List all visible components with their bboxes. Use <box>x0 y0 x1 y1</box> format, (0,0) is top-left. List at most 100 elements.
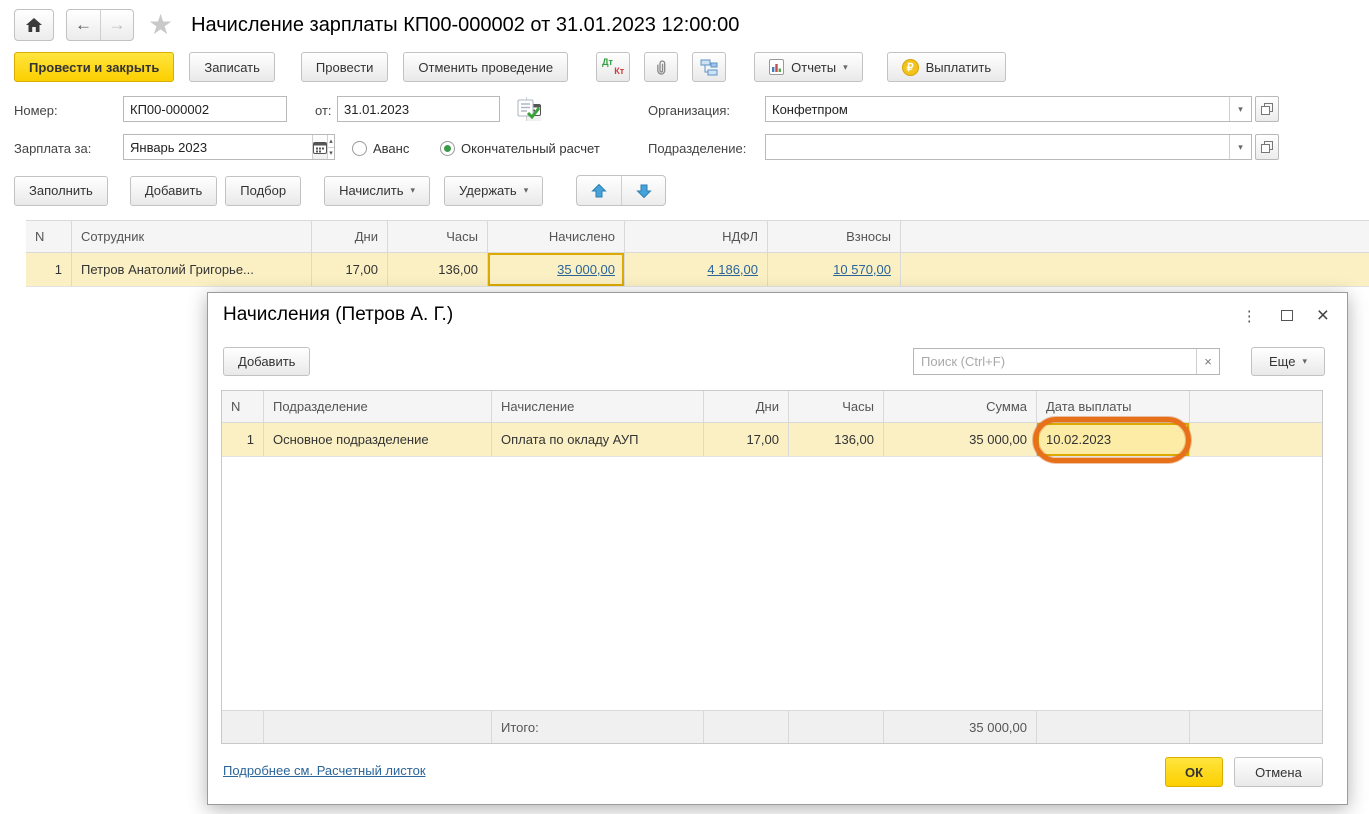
back-icon: ← <box>75 15 92 35</box>
attachments-button[interactable] <box>644 52 678 82</box>
reports-button[interactable]: Отчеты ▾ <box>754 52 862 82</box>
cell-row-number[interactable]: 1 <box>26 253 72 286</box>
fill-button[interactable]: Заполнить <box>14 176 108 206</box>
home-button[interactable] <box>14 9 54 41</box>
pick-button[interactable]: Подбор <box>225 176 301 206</box>
col-header-contributions[interactable]: Взносы <box>768 221 901 252</box>
save-button[interactable]: Записать <box>189 52 275 82</box>
date-label: от: <box>315 103 332 118</box>
salary-period-group: ▴ ▾ <box>123 134 335 160</box>
radio-selected-dot <box>444 145 451 152</box>
post-and-close-button[interactable]: Провести и закрыть <box>14 52 174 82</box>
search-input[interactable] <box>914 349 1196 374</box>
withhold-button[interactable]: Удержать ▾ <box>444 176 543 206</box>
table-command-bar: Заполнить Добавить Подбор Начислить ▾ Уд… <box>14 175 666 206</box>
posted-status <box>517 99 540 120</box>
col-header-hours[interactable]: Часы <box>388 221 488 252</box>
cell-days[interactable]: 17,00 <box>312 253 388 286</box>
col-header-days[interactable]: Дни <box>312 221 388 252</box>
close-icon[interactable]: × <box>1317 305 1329 326</box>
more-button[interactable]: Еще ▾ <box>1251 347 1325 376</box>
post-button[interactable]: Провести <box>301 52 389 82</box>
cell-accrued-selected[interactable]: 35 000,00 <box>488 253 625 286</box>
accrued-link[interactable]: 35 000,00 <box>557 262 615 277</box>
maximize-icon[interactable] <box>1281 310 1293 321</box>
period-calendar-button[interactable] <box>312 135 327 159</box>
table-row[interactable]: 1 Основное подразделение Оплата по оклад… <box>222 423 1322 457</box>
dialog-add-button[interactable]: Добавить <box>223 347 310 376</box>
forward-button[interactable]: → <box>100 10 133 40</box>
spin-down-icon[interactable]: ▾ <box>328 148 334 160</box>
contributions-link[interactable]: 10 570,00 <box>833 262 891 277</box>
add-row-button[interactable]: Добавить <box>130 176 217 206</box>
col-header-accrual[interactable]: Начисление <box>492 391 704 422</box>
department-field[interactable] <box>766 135 1229 159</box>
move-row-down-button[interactable] <box>621 176 665 205</box>
accrue-button[interactable]: Начислить ▾ <box>324 176 430 206</box>
window-header: ← → ★ Начисление зарплаты КП00-000002 от… <box>14 8 739 42</box>
cell-employee[interactable]: Петров Анатолий Григорье... <box>72 253 312 286</box>
cell-hours[interactable]: 136,00 <box>789 423 884 456</box>
col-header-empty <box>1190 391 1322 422</box>
organization-combo: ▾ <box>765 96 1252 122</box>
col-header-accrued[interactable]: Начислено <box>488 221 625 252</box>
date-field[interactable] <box>338 97 526 121</box>
cell-row-number[interactable]: 1 <box>222 423 264 456</box>
radio-final-settlement[interactable]: Окончательный расчет <box>440 141 600 156</box>
dialog-title: Начисления (Петров А. Г.) <box>223 304 453 326</box>
number-field[interactable] <box>123 96 287 122</box>
ok-button[interactable]: ОК <box>1165 757 1223 787</box>
cell-ndfl[interactable]: 4 186,00 <box>625 253 768 286</box>
cell-days[interactable]: 17,00 <box>704 423 789 456</box>
cell-hours[interactable]: 136,00 <box>388 253 488 286</box>
salary-period-field[interactable] <box>124 135 312 159</box>
paperclip-icon <box>652 58 670 76</box>
undo-post-button[interactable]: Отменить проведение <box>403 52 568 82</box>
spin-up-icon[interactable]: ▴ <box>328 135 334 148</box>
cell-pay-date-selected[interactable]: 10.02.2023 <box>1037 423 1190 456</box>
col-header-department[interactable]: Подразделение <box>264 391 492 422</box>
back-button[interactable]: ← <box>67 10 100 40</box>
table-header-row: N Сотрудник Дни Часы Начислено НДФЛ Взно… <box>26 220 1369 253</box>
accruals-table: N Подразделение Начисление Дни Часы Сумм… <box>221 390 1323 744</box>
radio-advance[interactable]: Аванс <box>352 141 409 156</box>
col-header-n[interactable]: N <box>222 391 264 422</box>
organization-dropdown-button[interactable]: ▾ <box>1229 97 1251 121</box>
cell-sum[interactable]: 35 000,00 <box>884 423 1037 456</box>
salary-for-label: Зарплата за: <box>14 141 91 156</box>
cell-accrual[interactable]: Оплата по окладу АУП <box>492 423 704 456</box>
total-label: Итого: <box>492 711 704 743</box>
organization-field[interactable] <box>766 97 1229 121</box>
department-dropdown-button[interactable]: ▾ <box>1229 135 1251 159</box>
accruals-dialog: Начисления (Петров А. Г.) ⋮ × Добавить ×… <box>207 292 1348 805</box>
search-clear-button[interactable]: × <box>1196 349 1219 374</box>
col-header-hours[interactable]: Часы <box>789 391 884 422</box>
total-cell-empty <box>704 711 789 743</box>
search-group: × <box>913 348 1220 375</box>
cancel-button[interactable]: Отмена <box>1234 757 1323 787</box>
col-header-sum[interactable]: Сумма <box>884 391 1037 422</box>
table-row[interactable]: 1 Петров Анатолий Григорье... 17,00 136,… <box>26 253 1369 287</box>
col-header-days[interactable]: Дни <box>704 391 789 422</box>
ndfl-link[interactable]: 4 186,00 <box>707 262 758 277</box>
dtkt-button[interactable]: Дт Кт <box>596 52 630 82</box>
col-header-pay-date[interactable]: Дата выплаты <box>1037 391 1190 422</box>
favorite-star-icon[interactable]: ★ <box>148 11 173 39</box>
payslip-link[interactable]: Подробнее см. Расчетный листок <box>223 763 426 778</box>
structure-icon <box>700 59 718 76</box>
move-row-up-button[interactable] <box>577 176 621 205</box>
radio-final-label: Окончательный расчет <box>461 141 600 156</box>
more-menu-icon[interactable]: ⋮ <box>1242 307 1257 325</box>
organization-label: Организация: <box>648 103 730 118</box>
col-header-employee[interactable]: Сотрудник <box>72 221 312 252</box>
accrue-label: Начислить <box>339 183 403 198</box>
organization-open-button[interactable] <box>1255 96 1279 122</box>
cell-department[interactable]: Основное подразделение <box>264 423 492 456</box>
document-structure-button[interactable] <box>692 52 726 82</box>
col-header-n[interactable]: N <box>26 221 72 252</box>
department-open-button[interactable] <box>1255 134 1279 160</box>
pay-button[interactable]: ₽ Выплатить <box>887 52 1007 82</box>
period-spinner[interactable]: ▴ ▾ <box>327 135 334 159</box>
cell-contributions[interactable]: 10 570,00 <box>768 253 901 286</box>
col-header-ndfl[interactable]: НДФЛ <box>625 221 768 252</box>
